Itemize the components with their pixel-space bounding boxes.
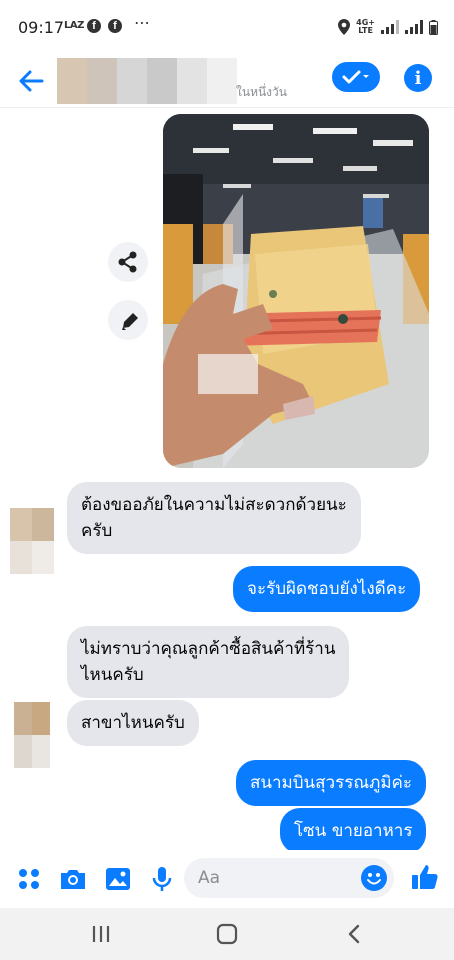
photo-image [163, 114, 429, 468]
facebook-notification-icon: f [87, 19, 101, 33]
contact-name-blurred[interactable] [57, 58, 237, 104]
outgoing-message[interactable]: จะรับผิดชอบยังไงดีคะ [233, 566, 421, 612]
apps-grid-icon[interactable] [14, 864, 44, 894]
location-icon [338, 19, 351, 35]
lazada-notification-icon: LAZ [64, 20, 84, 31]
network-type-indicator: 4G+ LTE [356, 18, 375, 35]
incoming-message[interactable]: ต้องขออภัยในความไม่สะดวกด้วยนะ ครับ [67, 482, 361, 554]
signal-icon [405, 20, 423, 34]
contact-avatar[interactable] [14, 702, 58, 768]
info-icon[interactable]: i [404, 64, 432, 92]
incoming-message[interactable]: สาขาไหนครับ [67, 700, 199, 746]
messenger-screen: 09:17 LAZ f f ⋯ 4G+ LTE ในหนึ่งวัน i ต้อ… [0, 0, 454, 960]
recent-apps-icon[interactable] [86, 920, 116, 948]
message-composer [0, 850, 454, 908]
check-icon [342, 70, 369, 84]
status-indicators: 4G+ LTE [338, 16, 438, 38]
edit-pencil-icon [122, 313, 138, 330]
facebook-notification-icon: f [108, 19, 122, 33]
camera-icon[interactable] [58, 864, 88, 894]
status-time: 09:17 [18, 18, 65, 37]
more-notifications-icon: ⋯ [134, 13, 151, 32]
check-button[interactable] [332, 62, 380, 92]
system-nav-bar [0, 908, 454, 960]
gallery-icon[interactable] [103, 864, 133, 894]
thumbs-up-icon[interactable] [410, 862, 440, 892]
active-status: ในหนึ่งวัน [236, 85, 287, 99]
conversation-header: ในหนึ่งวัน i [0, 56, 454, 108]
status-bar: 09:17 LAZ f f ⋯ 4G+ LTE [0, 0, 454, 56]
emoji-icon[interactable] [360, 864, 388, 892]
back-icon[interactable] [340, 920, 370, 948]
back-arrow-icon[interactable] [14, 64, 48, 98]
food-photo[interactable] [163, 114, 429, 468]
outgoing-message[interactable]: สนามบินสุวรรณภูมิค่ะ [236, 760, 427, 806]
outgoing-message[interactable]: โซน ขายอาหาร [280, 808, 427, 854]
share-button[interactable] [108, 242, 148, 282]
home-icon[interactable] [212, 920, 242, 948]
edit-button[interactable] [108, 300, 148, 340]
share-icon [118, 251, 137, 273]
contact-avatar[interactable] [10, 508, 54, 574]
microphone-icon[interactable] [147, 864, 177, 894]
battery-icon [429, 19, 438, 35]
signal-icon [381, 20, 399, 34]
incoming-message[interactable]: ไม่ทราบว่าคุณลูกค้าซื้อสินค้าที่ร้าน ไหน… [67, 626, 350, 698]
